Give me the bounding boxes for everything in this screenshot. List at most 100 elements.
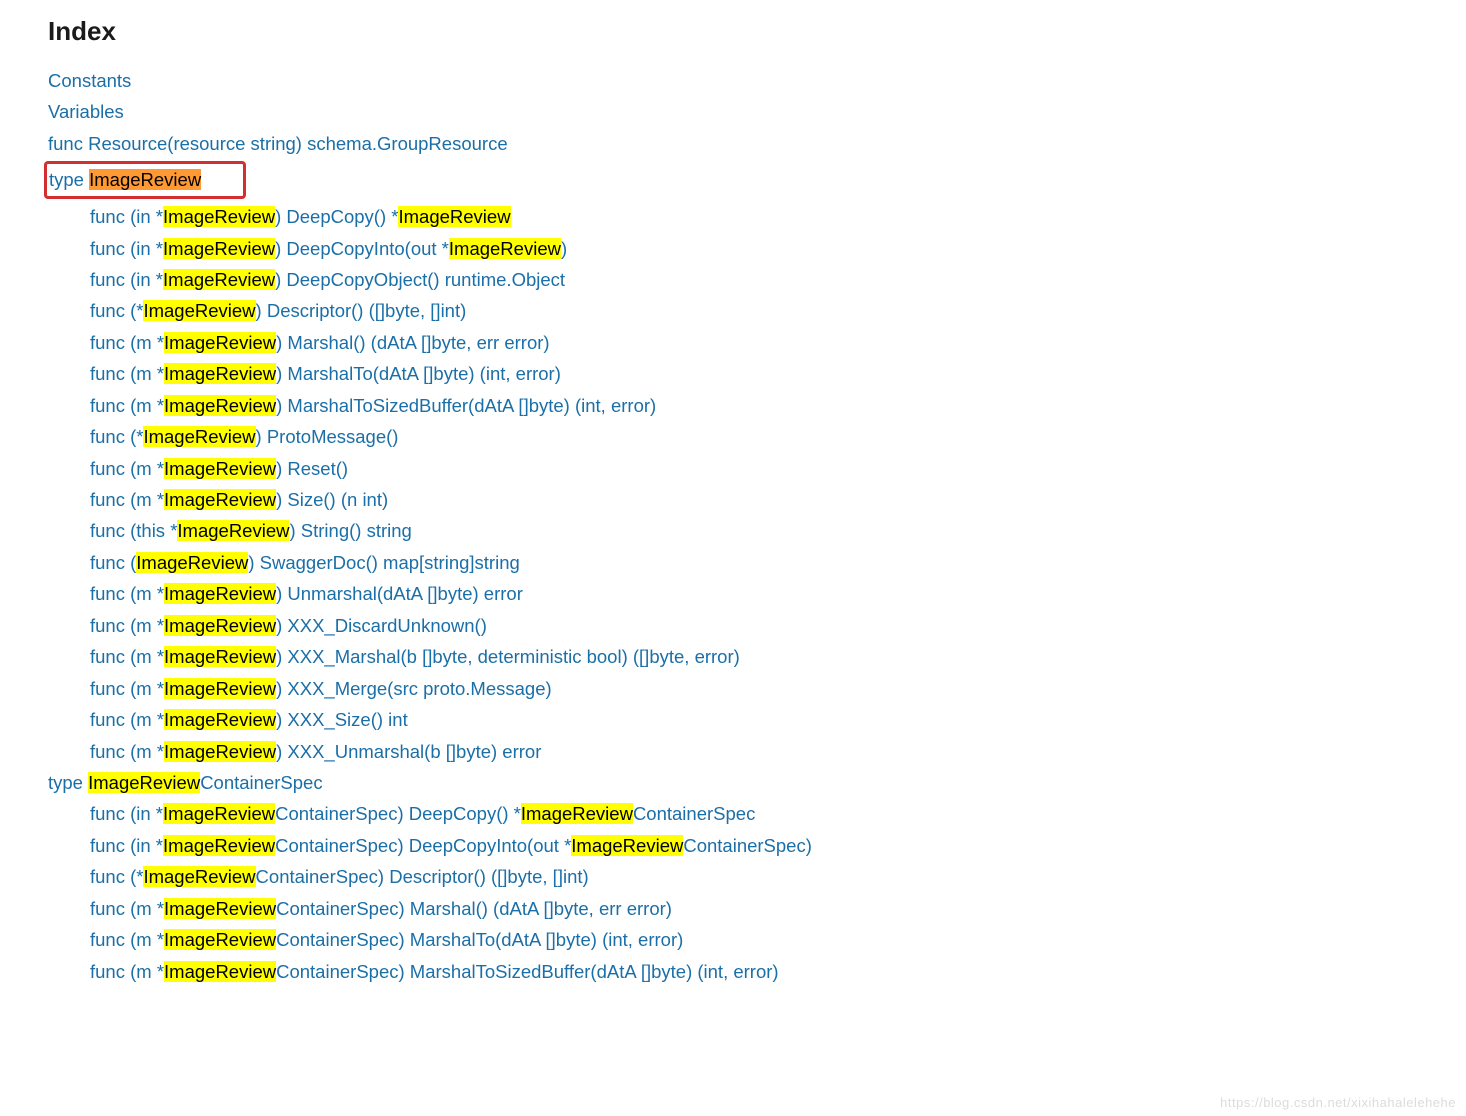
method-row: func (ImageReview) SwaggerDoc() map[stri… [90,547,1448,578]
index-link[interactable]: func Resource(resource string) schema.Gr… [48,133,508,154]
method-row: func (m *ImageReview) XXX_Merge(src prot… [90,673,1448,704]
imagereview-highlight: ImageReview [164,583,276,604]
imagereview-highlight: ImageReview [164,489,276,510]
index-page: Index Constants Variables func Resource(re… [0,0,1448,987]
method-prefix: func (m * [90,709,164,730]
method-link[interactable]: func (m *ImageReview) MarshalToSizedBuff… [90,395,656,416]
method-prefix: func (m * [90,489,164,510]
imagereview-highlight: ImageReview [164,678,276,699]
type-containerspec-link[interactable]: type ImageReviewContainerSpec [48,772,323,793]
method-link[interactable]: func (m *ImageReview) XXX_DiscardUnknown… [90,615,487,636]
method-link[interactable]: func (in *ImageReviewContainerSpec) Deep… [90,803,755,824]
method-row: func (m *ImageReview) Reset() [90,453,1448,484]
method-prefix: func (m * [90,929,164,950]
method-link[interactable]: func (m *ImageReview) XXX_Size() int [90,709,408,730]
index-link-row: func Resource(resource string) schema.Gr… [48,128,1448,159]
method-row: func (m *ImageReview) XXX_Marshal(b []by… [90,641,1448,672]
method-row: func (m *ImageReview) MarshalTo(dAtA []b… [90,358,1448,389]
imagereview-highlight: ImageReview [143,300,255,321]
watermark-text: https://blog.csdn.net/xixihahalelehehe [1220,1095,1456,1110]
method-prefix: func (* [90,300,143,321]
method-link[interactable]: func (m *ImageReview) XXX_Unmarshal(b []… [90,741,541,762]
method-row: func (in *ImageReview) DeepCopy() *Image… [90,201,1448,232]
method-suffix: ) Descriptor() ([]byte, []int) [256,300,467,321]
method-prefix: func (m * [90,646,164,667]
imagereview-highlight: ImageReview [164,615,276,636]
method-link[interactable]: func (this *ImageReview) String() string [90,520,412,541]
index-link[interactable]: Variables [48,101,124,122]
method-link[interactable]: func (ImageReview) SwaggerDoc() map[stri… [90,552,520,573]
imagereview-highlight: ImageReview [88,772,200,793]
type-suffix: ContainerSpec [200,772,322,793]
method-prefix: func (in * [90,803,163,824]
imagereview-highlight: ImageReview [163,269,275,290]
method-suffix: ) ProtoMessage() [256,426,399,447]
method-link[interactable]: func (m *ImageReviewContainerSpec) Marsh… [90,898,672,919]
method-prefix: func (in * [90,206,163,227]
method-suffix: ) XXX_Merge(src proto.Message) [276,678,552,699]
method-suffix: ) XXX_DiscardUnknown() [276,615,487,636]
method-link[interactable]: func (m *ImageReviewContainerSpec) Marsh… [90,961,779,982]
imagereview-highlight: ImageReview [164,741,276,762]
highlight-box: type ImageReview [44,161,246,199]
imagereview-highlight: ImageReview [164,646,276,667]
method-link[interactable]: func (m *ImageReview) MarshalTo(dAtA []b… [90,363,561,384]
type-prefix: type [49,169,89,190]
method-suffix: ) Marshal() (dAtA []byte, err error) [276,332,549,353]
method-link[interactable]: func (m *ImageReview) Unmarshal(dAtA []b… [90,583,523,604]
imagereview-highlight: ImageReview [163,238,275,259]
method-link[interactable]: func (*ImageReview) ProtoMessage() [90,426,398,447]
imagereview-highlight: ImageReview [164,458,276,479]
method-prefix: func (m * [90,961,164,982]
method-link[interactable]: func (*ImageReview) Descriptor() ([]byte… [90,300,466,321]
method-prefix: func (m * [90,741,164,762]
method-suffix: ) SwaggerDoc() map[string]string [248,552,519,573]
imagereview-highlight-orange: ImageReview [89,169,201,190]
imagereview-highlight: ImageReview [143,866,255,887]
index-link-row: Variables [48,96,1448,127]
method-prefix: func (m * [90,458,164,479]
method-suffix: ) DeepCopy() * [275,206,398,227]
imagereview-highlight: ImageReview [164,363,276,384]
method-row: func (in *ImageReview) DeepCopyInto(out … [90,233,1448,264]
method-suffix: ) DeepCopyObject() runtime.Object [275,269,565,290]
method-prefix: func (m * [90,332,164,353]
containerspec-methods-list: func (in * ImageReview ContainerSpec) Deep… [48,798,1448,987]
method-link[interactable]: func (m *ImageReview) Size() (n int) [90,489,388,510]
method-mid: ContainerSpec) DeepCopyInto(out * [275,835,571,856]
method-link[interactable]: func (in *ImageReviewContainerSpec) Deep… [90,835,812,856]
method-row: func (*ImageReview) Descriptor() ([]byte… [90,295,1448,326]
method-row: func (m *ImageReview) Size() (n int) [90,484,1448,515]
method-suffix: ) XXX_Size() int [276,709,408,730]
method-link[interactable]: func (m *ImageReview) XXX_Marshal(b []by… [90,646,740,667]
index-link[interactable]: Constants [48,70,131,91]
method-row: func (m *ImageReview) XXX_Size() int [90,704,1448,735]
imagereview-highlight: ImageReview [449,238,561,259]
method-row: func (m *ImageReview) XXX_DiscardUnknown… [90,610,1448,641]
imagereview-highlight: ImageReview [398,206,510,227]
method-link[interactable]: func (m *ImageReview) XXX_Merge(src prot… [90,678,552,699]
method-link[interactable]: func (m *ImageReviewContainerSpec) Marsh… [90,929,683,950]
imagereview-highlight: ImageReview [164,395,276,416]
method-link[interactable]: func (in *ImageReview) DeepCopyInto(out … [90,238,567,259]
type-imagereview-link[interactable]: type ImageReview [49,169,201,190]
type-prefix: type [48,772,88,793]
method-link[interactable]: func (m *ImageReview) Marshal() (dAtA []… [90,332,550,353]
method-link[interactable]: func (m *ImageReview) Reset() [90,458,348,479]
method-suffix: ) MarshalTo(dAtA []byte) (int, error) [276,363,561,384]
imagereview-highlight: ImageReview [164,898,276,919]
method-suffix: ) Unmarshal(dAtA []byte) error [276,583,523,604]
method-row: func (*ImageReviewContainerSpec) Descrip… [90,861,1448,892]
method-row: func (m *ImageReviewContainerSpec) Marsh… [90,956,1448,987]
method-link[interactable]: func (in *ImageReview) DeepCopyObject() … [90,269,565,290]
imagereview-methods-list: func (in *ImageReview) DeepCopy() *Image… [48,201,1448,767]
imagereview-highlight: ImageReview [163,206,275,227]
imagereview-highlight: ImageReview [164,332,276,353]
method-prefix: func ( [90,552,136,573]
method-link[interactable]: func (in *ImageReview) DeepCopy() *Image… [90,206,511,227]
page-title: Index [48,16,1448,47]
method-suffix: ) DeepCopyInto(out * [275,238,449,259]
method-prefix: func (m * [90,615,164,636]
imagereview-highlight: ImageReview [143,426,255,447]
method-link[interactable]: func (*ImageReviewContainerSpec) Descrip… [90,866,589,887]
